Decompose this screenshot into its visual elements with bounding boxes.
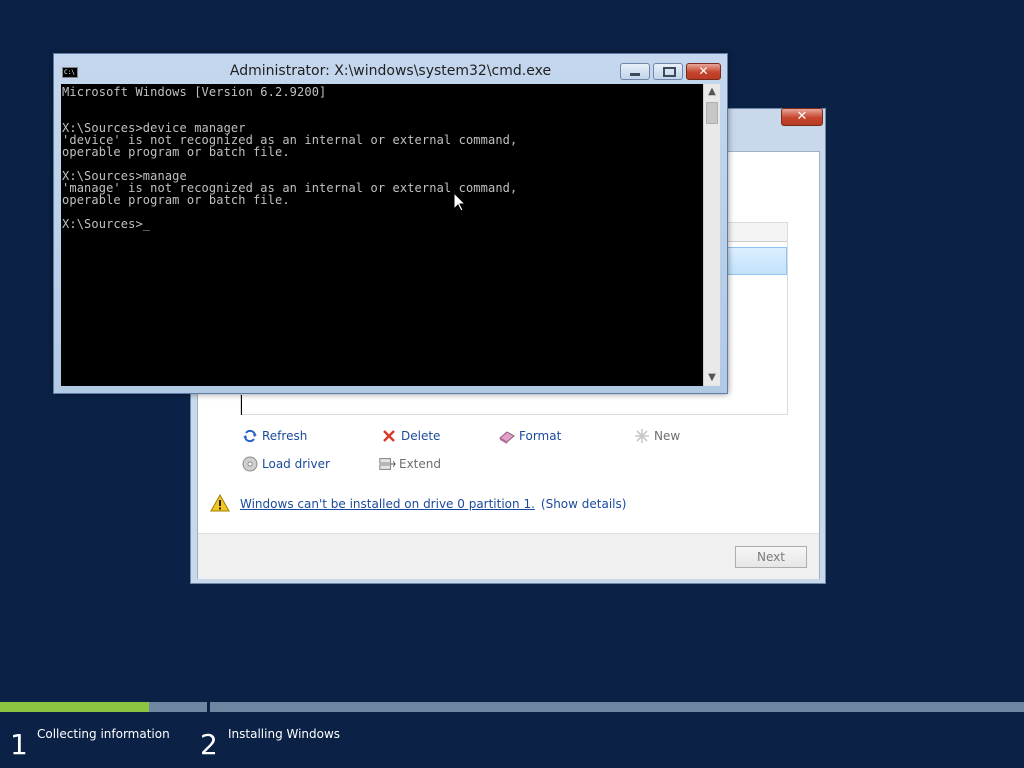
delete-x-icon xyxy=(380,427,398,445)
console-text: Microsoft Windows [Version 6.2.9200] X:\… xyxy=(62,85,518,231)
format-link[interactable]: Format xyxy=(498,426,561,446)
step-number-1: 1 xyxy=(10,728,28,761)
step-label-2: Installing Windows xyxy=(228,727,341,741)
load-driver-link[interactable]: Load driver xyxy=(241,454,330,474)
cmd-titlebar[interactable]: C:\ Administrator: X:\windows\system32\c… xyxy=(54,54,727,85)
refresh-link[interactable]: Refresh xyxy=(241,426,307,446)
mouse-pointer-icon xyxy=(453,191,467,212)
setup-close-button[interactable]: ✕ xyxy=(781,108,823,126)
progress-fill-step-1 xyxy=(0,702,150,712)
new-label: New xyxy=(654,429,681,443)
close-icon: ✕ xyxy=(796,109,808,124)
step-label-1: Collecting information xyxy=(37,727,170,741)
extend-link[interactable]: Extend xyxy=(378,454,441,474)
disc-icon xyxy=(241,455,259,473)
close-button[interactable]: ✕ xyxy=(686,63,721,80)
scroll-up-arrow-icon[interactable]: ▲ xyxy=(704,84,720,100)
delete-label: Delete xyxy=(401,429,441,443)
delete-link[interactable]: Delete xyxy=(380,426,440,446)
step-number-2: 2 xyxy=(200,728,218,761)
close-icon: ✕ xyxy=(698,64,709,78)
new-link[interactable]: New xyxy=(633,426,680,446)
refresh-icon xyxy=(241,427,259,445)
sparkle-icon xyxy=(633,427,651,445)
extend-label: Extend xyxy=(399,457,441,471)
progress-bar-step-2 xyxy=(210,702,1024,712)
partition-list-edge xyxy=(241,395,242,415)
extend-icon xyxy=(378,455,396,473)
warning-row: Windows can't be installed on drive 0 pa… xyxy=(210,493,627,515)
next-button[interactable]: Next xyxy=(735,546,807,568)
load-driver-label: Load driver xyxy=(262,457,330,471)
format-label: Format xyxy=(519,429,562,443)
maximize-button[interactable] xyxy=(653,63,683,80)
eraser-icon xyxy=(498,427,516,445)
scroll-thumb[interactable] xyxy=(706,102,718,124)
show-details-link[interactable]: (Show details) xyxy=(541,497,627,511)
warning-icon xyxy=(210,493,230,515)
refresh-label: Refresh xyxy=(262,429,308,443)
progress-bar-step-1 xyxy=(0,702,207,712)
vertical-scrollbar[interactable]: ▲ ▼ xyxy=(703,84,720,386)
console-output[interactable]: Microsoft Windows [Version 6.2.9200] X:\… xyxy=(61,84,703,386)
warning-message-link[interactable]: Windows can't be installed on drive 0 pa… xyxy=(240,497,535,511)
scroll-down-arrow-icon[interactable]: ▼ xyxy=(704,370,720,386)
setup-footer xyxy=(198,533,819,579)
cmd-window[interactable]: C:\ Administrator: X:\windows\system32\c… xyxy=(53,53,728,394)
minimize-button[interactable] xyxy=(620,63,650,80)
